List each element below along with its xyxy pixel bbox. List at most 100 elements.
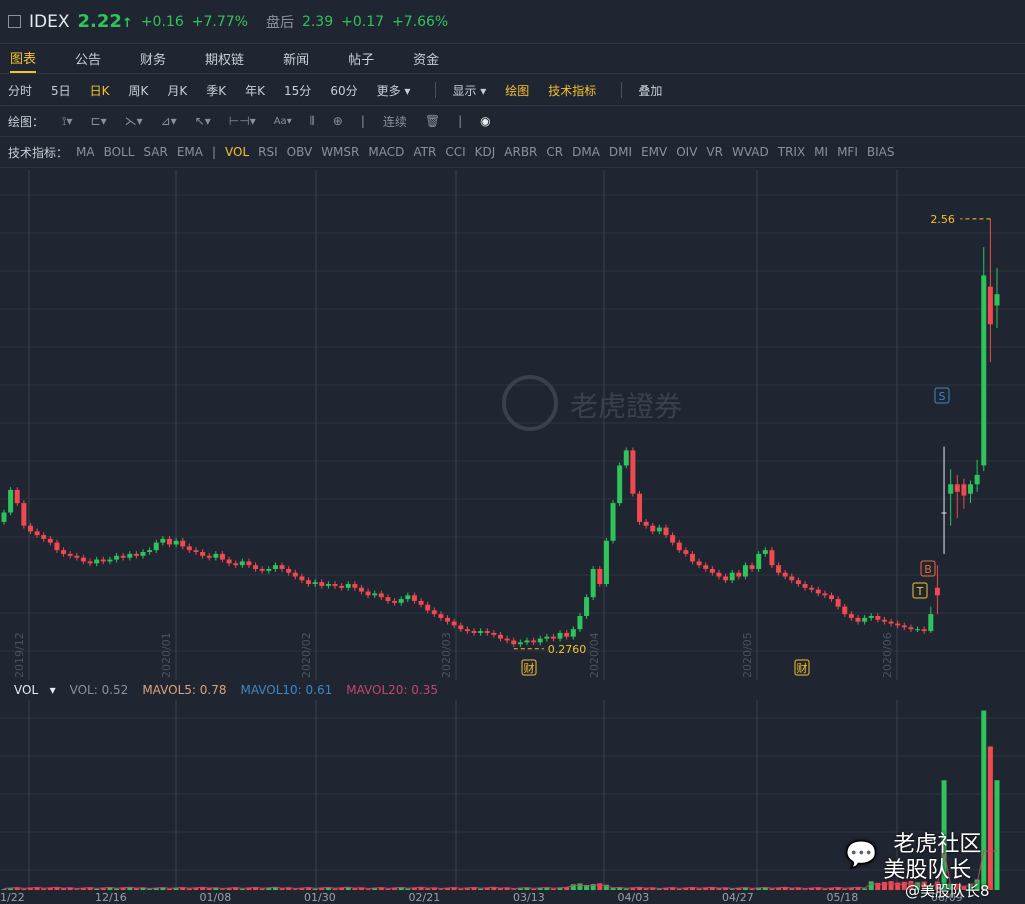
divider: | <box>458 114 463 128</box>
period-2[interactable]: 日K <box>90 82 110 99</box>
continuous-button[interactable]: 连续 <box>383 113 407 130</box>
tab-5[interactable]: 帖子 <box>348 45 374 72</box>
zoom-icon[interactable]: ⊕ <box>333 114 343 128</box>
candle-body <box>114 555 120 560</box>
arrow-icon[interactable]: ↖▾ <box>195 114 211 128</box>
tab-2[interactable]: 财务 <box>140 45 166 72</box>
volume-bar <box>74 889 80 890</box>
candle-body <box>723 576 729 581</box>
channel-icon[interactable]: ⊿▾ <box>161 114 177 128</box>
candle-body <box>107 559 113 562</box>
volume-indicator-select[interactable]: VOL ▾ <box>14 683 56 697</box>
candle-body <box>253 565 259 569</box>
candle-body <box>961 484 967 496</box>
indicator-BIAS[interactable]: BIAS <box>867 145 895 159</box>
indicator-ATR[interactable]: ATR <box>413 145 436 159</box>
indicator-SAR[interactable]: SAR <box>143 145 167 159</box>
period-0[interactable]: 分时 <box>8 82 32 99</box>
candle-body <box>392 600 398 603</box>
candle-icon[interactable]: ⫴ <box>310 114 315 129</box>
candle-body <box>782 572 788 577</box>
period-6[interactable]: 年K <box>245 82 265 99</box>
overlay-button[interactable]: 叠加 <box>638 82 662 99</box>
candle-body <box>378 593 384 598</box>
indicator-RSI[interactable]: RSI <box>258 145 278 159</box>
period-9[interactable]: 更多 ▾ <box>377 82 411 99</box>
volume-legend: VOL ▾ VOL: 0.52 MAVOL5: 0.78 MAVOL10: 0.… <box>0 680 1025 700</box>
candle-body <box>200 552 206 556</box>
tab-0[interactable]: 图表 <box>10 44 37 73</box>
indicator-VR[interactable]: VR <box>706 145 723 159</box>
indicator-BOLL[interactable]: BOLL <box>104 145 135 159</box>
period-7[interactable]: 15分 <box>284 82 311 99</box>
rectangle-icon[interactable]: ⊏▾ <box>91 114 107 128</box>
volume-bar <box>114 888 120 890</box>
fib-icon[interactable]: ⋋▾ <box>125 114 143 128</box>
period-5[interactable]: 季K <box>206 82 226 99</box>
candle-body <box>709 568 715 573</box>
indicator-MACD[interactable]: MACD <box>368 145 404 159</box>
indicator-KDJ[interactable]: KDJ <box>475 145 496 159</box>
volume-bar <box>749 888 755 890</box>
tab-3[interactable]: 期权链 <box>205 45 244 72</box>
indicator-MI[interactable]: MI <box>814 145 828 159</box>
candle-body <box>193 550 199 553</box>
display-0[interactable]: 显示 ▾ <box>452 82 486 99</box>
indicator-VOL[interactable]: VOL <box>225 145 249 159</box>
vertical-line-icon[interactable]: ⟟▾ <box>62 114 73 129</box>
candle-body <box>478 631 484 633</box>
display-2[interactable]: 技术指标 <box>548 82 596 99</box>
indicator-EMA[interactable]: EMA <box>177 145 203 159</box>
candle-body <box>842 606 848 615</box>
candle-body <box>471 631 477 633</box>
measure-icon[interactable]: ⊢⊣▾ <box>229 114 256 128</box>
volume-bar <box>1 889 7 890</box>
indicator-CR[interactable]: CR <box>546 145 563 159</box>
drawing-toolbar: 绘图： ⟟▾ ⊏▾ ⋋▾ ⊿▾ ↖▾ ⊢⊣▾ Aa▾ ⫴ ⊕ | 连续 🗑 | … <box>0 106 1025 137</box>
candle-body <box>617 465 623 504</box>
candle-body <box>550 636 556 639</box>
period-1[interactable]: 5日 <box>51 82 71 99</box>
tab-6[interactable]: 资金 <box>413 45 439 72</box>
eye-icon[interactable]: ◉ <box>480 114 490 128</box>
volume-bar <box>186 888 192 890</box>
indicator-DMI[interactable]: DMI <box>609 145 632 159</box>
indicator-DMA[interactable]: DMA <box>572 145 600 159</box>
tab-4[interactable]: 新闻 <box>283 45 309 72</box>
candle-body <box>61 550 67 554</box>
indicator-MA[interactable]: MA <box>76 145 95 159</box>
candle-body <box>398 599 404 603</box>
volume-bar <box>623 888 629 890</box>
candle-body <box>663 527 669 536</box>
volume-bar <box>312 888 318 890</box>
volume-bar <box>21 888 27 890</box>
indicator-EMV[interactable]: EMV <box>641 145 667 159</box>
period-3[interactable]: 周K <box>129 82 149 99</box>
indicator-OIV[interactable]: OIV <box>676 145 697 159</box>
indicator-WMSR[interactable]: WMSR <box>321 145 359 159</box>
volume-bar <box>239 888 245 890</box>
text-icon[interactable]: Aa▾ <box>274 116 292 127</box>
candle-body <box>802 584 808 588</box>
indicator-MFI[interactable]: MFI <box>837 145 858 159</box>
panel-toggle-icon[interactable] <box>8 15 21 28</box>
indicator-CCI[interactable]: CCI <box>445 145 465 159</box>
trash-icon[interactable]: 🗑 <box>425 114 440 128</box>
indicator-WVAD[interactable]: WVAD <box>732 145 769 159</box>
period-8[interactable]: 60分 <box>330 82 357 99</box>
candle-body <box>41 535 47 539</box>
candle-body <box>915 629 921 631</box>
indicator-TRIX[interactable]: TRIX <box>778 145 805 159</box>
indicator-OBV[interactable]: OBV <box>287 145 313 159</box>
high-label: 2.56 <box>930 213 955 226</box>
tab-1[interactable]: 公告 <box>75 45 101 72</box>
candle-body <box>67 553 73 556</box>
indicator-ARBR[interactable]: ARBR <box>504 145 537 159</box>
candle-body <box>127 553 133 558</box>
display-1[interactable]: 绘图 <box>505 82 529 99</box>
period-4[interactable]: 月K <box>167 82 187 99</box>
candle-body <box>564 632 570 637</box>
candle-body <box>829 595 834 600</box>
low-label: 0.2760 <box>548 643 587 656</box>
candle-body <box>762 550 768 554</box>
